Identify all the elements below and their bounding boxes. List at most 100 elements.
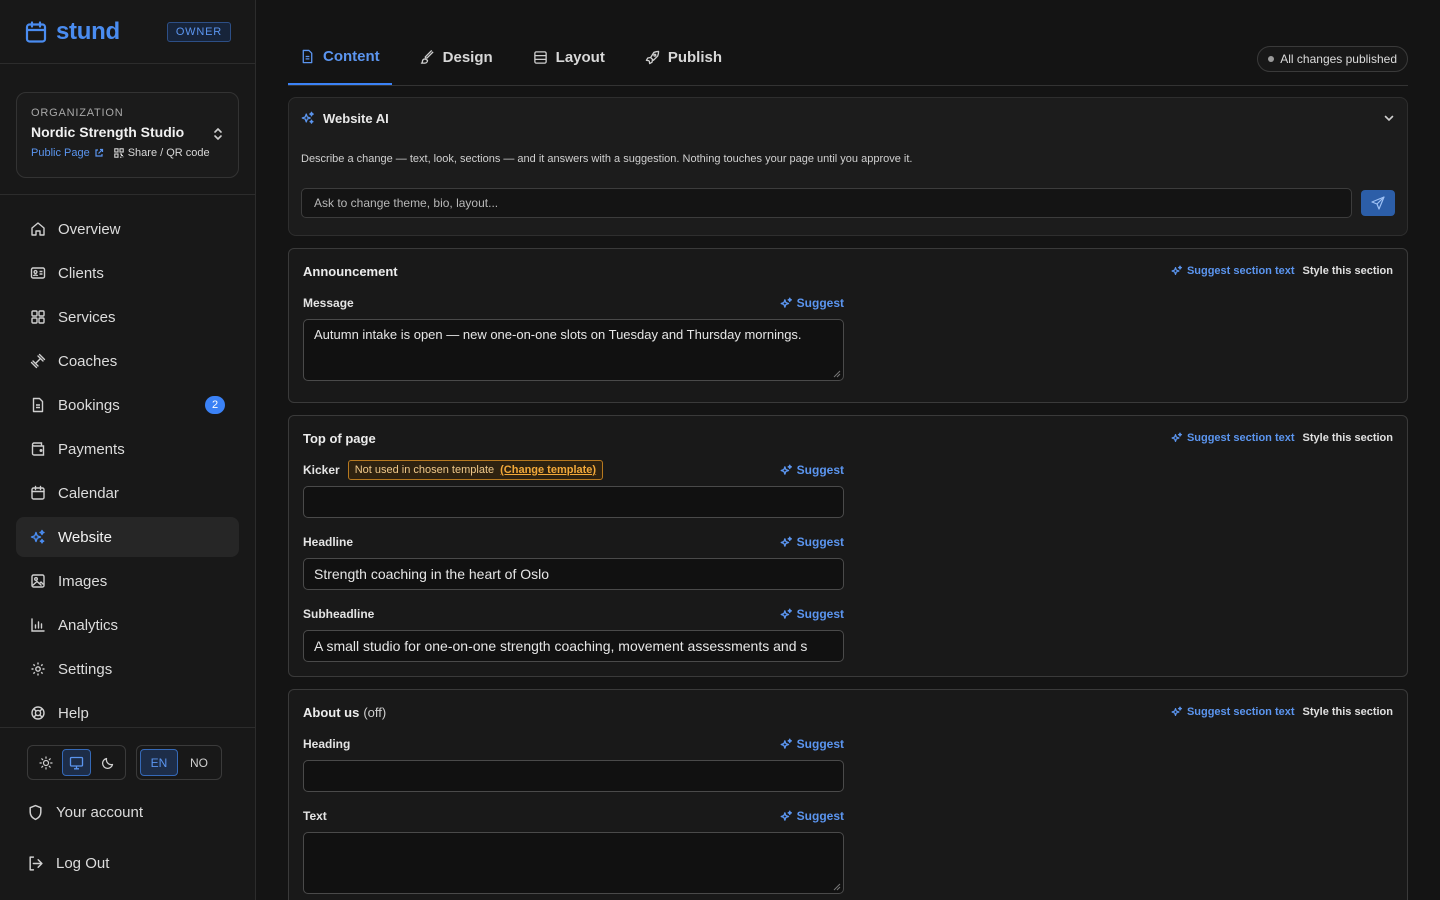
tab-label: Design (442, 48, 493, 66)
tab-content[interactable]: Content (288, 29, 392, 85)
tab-design[interactable]: Design (408, 29, 505, 85)
resize-handle-icon[interactable] (833, 370, 841, 378)
logout-button[interactable]: Log Out (27, 855, 228, 872)
nav-item-clients[interactable]: Clients (16, 253, 239, 293)
theme-light-button[interactable] (31, 749, 60, 776)
nav-item-settings[interactable]: Settings (16, 649, 239, 689)
nav-label: Coaches (58, 352, 118, 370)
nav-label: Overview (58, 220, 121, 238)
share-qr-button[interactable]: Share / QR code (113, 147, 210, 159)
sparkles-icon (301, 111, 315, 125)
text-textarea[interactable] (303, 832, 844, 894)
tab-publish[interactable]: Publish (633, 29, 734, 85)
language-no-button[interactable]: NO (180, 749, 218, 776)
language-toggle: EN NO (136, 745, 222, 780)
nav-label: Payments (58, 440, 125, 458)
sparkles-icon (780, 464, 793, 477)
suggest-section-text-label: Suggest section text (1186, 265, 1295, 277)
sparkles-icon (1171, 706, 1183, 718)
style-section-button[interactable]: Style this section (1303, 706, 1393, 718)
nav-item-coaches[interactable]: Coaches (16, 341, 239, 381)
public-page-link[interactable]: Public Page (31, 147, 104, 159)
section-top-of-page: Top of page Suggest section text Style t… (288, 415, 1408, 677)
suggest-label: Suggest (796, 737, 844, 751)
nav-item-analytics[interactable]: Analytics (16, 605, 239, 645)
nav-item-bookings[interactable]: Bookings 2 (16, 385, 239, 425)
theme-dark-button[interactable] (93, 749, 122, 776)
nav-label: Clients (58, 264, 104, 282)
website-ai-prompt-input[interactable] (301, 188, 1352, 218)
suggest-button[interactable]: Suggest (780, 535, 844, 549)
tab-label: Content (323, 47, 380, 65)
suggest-section-text-button[interactable]: Suggest section text (1171, 265, 1295, 277)
section-title: Top of page (303, 430, 376, 446)
nav-item-website[interactable]: Website (16, 517, 239, 557)
suggest-label: Suggest (796, 809, 844, 823)
role-badge: OWNER (166, 21, 231, 42)
field-label: Message (303, 296, 354, 310)
send-icon (1371, 196, 1385, 210)
suggest-button[interactable]: Suggest (780, 809, 844, 823)
tab-layout[interactable]: Layout (521, 29, 617, 85)
field-heading: Heading Suggest (303, 734, 844, 792)
field-label: Kicker (303, 463, 340, 477)
template-warning-text: Not used in chosen template (354, 464, 495, 476)
publish-status-badge: All changes published (1257, 46, 1408, 72)
chevron-up-down-icon[interactable] (212, 127, 224, 141)
suggest-section-text-label: Suggest section text (1186, 706, 1295, 718)
field-label: Subheadline (303, 607, 375, 621)
field-message: Message Suggest Autumn intake is open — … (303, 293, 844, 381)
nav-item-payments[interactable]: Payments (16, 429, 239, 469)
brush-icon (420, 49, 435, 65)
field-label: Headline (303, 535, 354, 549)
nav-item-calendar[interactable]: Calendar (16, 473, 239, 513)
status-text: All changes published (1280, 52, 1397, 66)
your-account-link[interactable]: Your account (27, 804, 228, 821)
nav-label: Images (58, 572, 108, 590)
style-section-button[interactable]: Style this section (1303, 432, 1393, 444)
subheadline-input[interactable]: A small studio for one-on-one strength c… (303, 630, 844, 662)
suggest-button[interactable]: Suggest (780, 296, 844, 310)
organization-switcher[interactable]: ORGANIZATION Nordic Strength Studio Publ… (16, 92, 239, 178)
nav-item-services[interactable]: Services (16, 297, 239, 337)
resize-handle-icon[interactable] (833, 883, 841, 891)
nav-label: Services (58, 308, 116, 326)
suggest-section-text-button[interactable]: Suggest section text (1171, 432, 1295, 444)
main-nav: Overview Clients Services Coaches Bookin… (0, 195, 255, 733)
shield-icon (27, 804, 44, 821)
brand-name[interactable]: stund (56, 18, 120, 46)
suggest-label: Suggest (796, 463, 844, 477)
website-ai-header[interactable]: Website AI (301, 98, 1395, 138)
sparkles-icon (780, 536, 793, 549)
kicker-input[interactable] (303, 486, 844, 518)
suggest-button[interactable]: Suggest (780, 607, 844, 621)
nav-item-overview[interactable]: Overview (16, 209, 239, 249)
qr-code-icon (113, 148, 124, 158)
moon-icon (101, 756, 115, 770)
organization-label: ORGANIZATION (31, 107, 124, 119)
sparkles-icon (780, 738, 793, 751)
style-section-button[interactable]: Style this section (1303, 265, 1393, 277)
theme-system-button[interactable] (62, 749, 91, 776)
editor-tabs: Content Design Layout Publish All change… (288, 0, 1408, 86)
chevron-down-icon[interactable] (1383, 112, 1395, 124)
field-label: Heading (303, 737, 351, 751)
your-account-label: Your account (56, 804, 144, 821)
home-icon (30, 221, 46, 237)
suggest-button[interactable]: Suggest (780, 463, 844, 477)
language-en-button[interactable]: EN (140, 749, 178, 776)
send-prompt-button[interactable] (1361, 190, 1395, 216)
change-template-link[interactable]: (Change template) (500, 464, 596, 476)
nav-item-images[interactable]: Images (16, 561, 239, 601)
suggest-button[interactable]: Suggest (780, 737, 844, 751)
main-content: Content Design Layout Publish All change… (288, 0, 1408, 900)
suggest-section-text-button[interactable]: Suggest section text (1171, 706, 1295, 718)
website-ai-title: Website AI (323, 110, 389, 126)
website-ai-description: Describe a change — text, look, sections… (301, 153, 913, 165)
template-warning-badge: Not used in chosen template (Change temp… (347, 460, 604, 480)
headline-input[interactable]: Strength coaching in the heart of Oslo (303, 558, 844, 590)
heading-input[interactable] (303, 760, 844, 792)
message-textarea[interactable]: Autumn intake is open — new one-on-one s… (303, 319, 844, 381)
nav-label: Calendar (58, 484, 119, 502)
bar-chart-icon (30, 617, 46, 633)
